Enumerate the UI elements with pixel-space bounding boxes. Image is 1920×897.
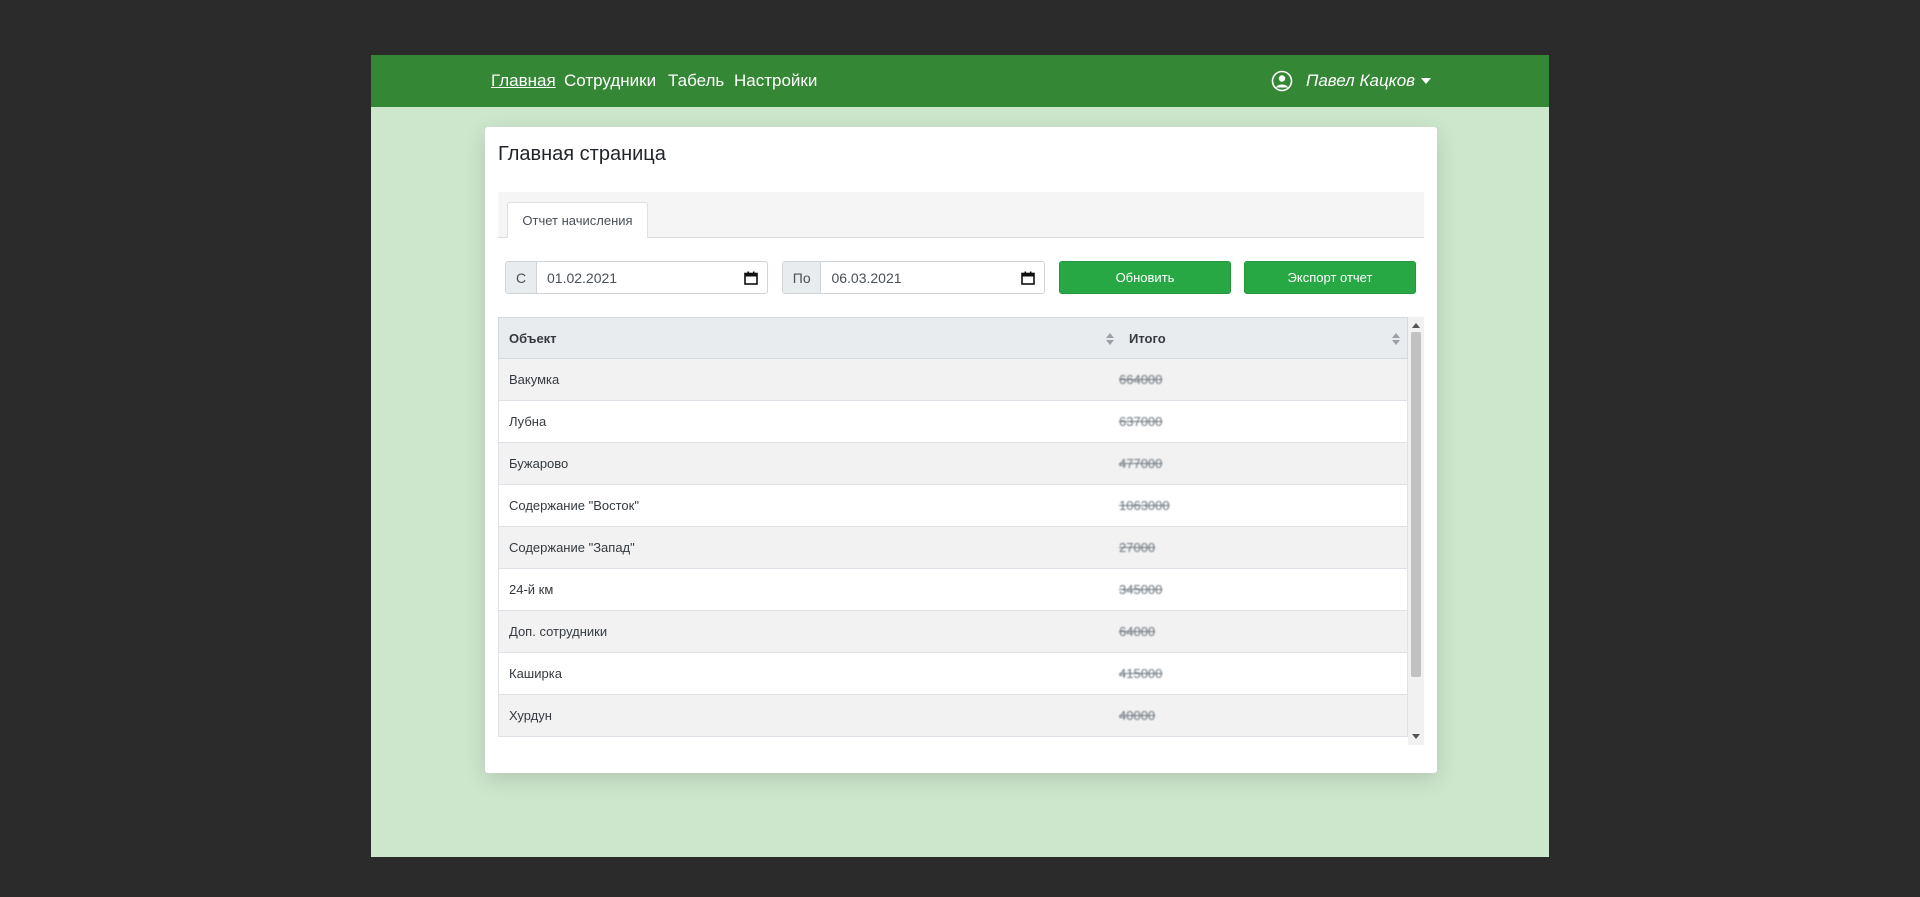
scroll-down-arrow-icon[interactable] [1412,734,1420,739]
cell-total: 1063000 [1119,498,1170,513]
date-from-input[interactable] [537,262,735,293]
cell-object: Каширка [509,666,562,681]
cell-object: Содержание "Восток" [509,498,639,513]
nav-link-home[interactable]: Главная [491,71,556,91]
nav-link-settings[interactable]: Настройки [734,71,817,91]
table-row[interactable]: Доп. сотрудники 64000 [498,611,1408,653]
cell-object: Лубна [509,414,547,429]
cell-total: 40000 [1119,708,1156,723]
column-header-total[interactable]: Итого [1129,331,1166,346]
refresh-button[interactable]: Обновить [1059,261,1231,294]
cell-object: 24-й км [509,582,554,597]
table-row[interactable]: Вакумка 664000 [498,359,1408,401]
export-report-button[interactable]: Экспорт отчет [1244,261,1416,294]
cell-total: 27000 [1119,540,1156,555]
cell-total: 345000 [1119,582,1163,597]
cell-object: Доп. сотрудники [509,624,608,639]
calendar-icon[interactable] [735,262,767,293]
scroll-up-arrow-icon[interactable] [1412,323,1420,328]
user-menu[interactable]: Павел Кацков [1271,68,1432,94]
table-row[interactable]: Хурдун 40000 [498,695,1408,737]
date-to-label: По [783,262,822,293]
table-header: Объект Итого [498,317,1408,359]
table-body: Вакумка 664000 Лубна 637000 Бужарово 477… [498,359,1408,737]
scrollbar-thumb[interactable] [1411,332,1421,677]
report-table: Объект Итого Вакумка 664000 Лубна 637000 [498,317,1424,745]
table-row[interactable]: Бужарово 477000 [498,443,1408,485]
cell-object: Бужарово [509,456,569,471]
calendar-icon[interactable] [1012,262,1044,293]
cell-object: Содержание "Запад" [509,540,635,555]
cell-total: 64000 [1119,624,1156,639]
app-frame: Главная Сотрудники Табель Настройки Паве… [371,55,1549,857]
table-row[interactable]: Каширка 415000 [498,653,1408,695]
tab-bar: Отчет начисления [498,192,1424,238]
cell-object: Вакумка [509,372,560,387]
chevron-down-icon [1421,78,1432,84]
date-from-group: С [505,261,768,294]
cell-object: Хурдун [509,708,552,723]
nav-link-timesheet[interactable]: Табель [668,71,724,91]
main-card: Главная страница Отчет начисления С По [485,127,1437,773]
column-header-object[interactable]: Объект [509,331,557,346]
user-circle-icon [1271,70,1293,92]
top-navbar: Главная Сотрудники Табель Настройки Паве… [371,55,1549,107]
user-name: Павел Кацков [1306,71,1416,90]
date-to-group: По [782,261,1045,294]
table-row[interactable]: 24-й км 345000 [498,569,1408,611]
nav-link-employees[interactable]: Сотрудники [564,71,656,91]
table-scrollbar[interactable] [1408,317,1424,745]
date-from-label: С [506,262,537,293]
cell-total: 664000 [1119,372,1163,387]
page-title: Главная страница [498,143,666,165]
table-row[interactable]: Содержание "Запад" 27000 [498,527,1408,569]
sort-icon[interactable] [1391,332,1401,346]
cell-total: 477000 [1119,456,1163,471]
tab-payroll-report[interactable]: Отчет начисления [507,202,648,238]
date-to-input[interactable] [821,262,1013,293]
table-row[interactable]: Содержание "Восток" 1063000 [498,485,1408,527]
table-row[interactable]: Лубна 637000 [498,401,1408,443]
sort-icon[interactable] [1105,332,1115,346]
cell-total: 415000 [1119,666,1163,681]
cell-total: 637000 [1119,414,1163,429]
